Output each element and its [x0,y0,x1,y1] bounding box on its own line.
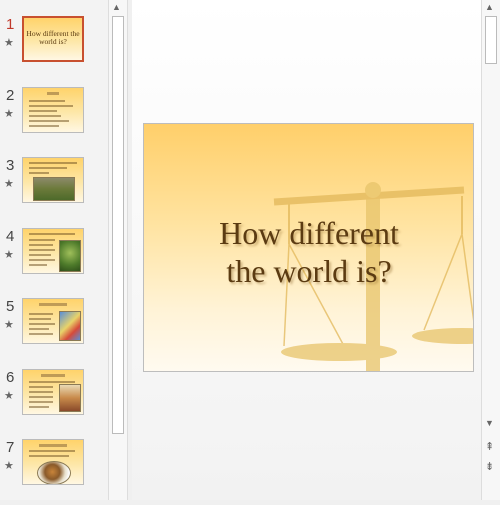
animation-star-icon: ★ [4,319,14,331]
slide-preview-text-line [29,396,53,398]
slide-preview-text-line [29,239,55,241]
thumbnail-slide-5[interactable]: 5 ★ [0,298,108,364]
animation-star-icon: ★ [4,178,14,190]
slide-preview-text-line [29,328,49,330]
main-slide-canvas[interactable]: How different the world is? [143,123,474,372]
slide-preview-text-line [29,110,57,112]
slide-preview-text-line [29,167,67,169]
slide-preview-text-line [29,249,55,251]
slide-preview-text-line [29,244,53,246]
next-slide-icon[interactable]: ⇟ [485,460,494,473]
slide-number: 3 [6,157,15,174]
slide-preview-text-line [29,233,75,235]
slide-preview-text-line [29,313,53,315]
slide-preview-map [59,311,81,341]
scroll-down-icon[interactable]: ▼ [485,418,494,428]
slide-preview-heading [41,374,65,377]
thumbnail-slide-4[interactable]: 4 ★ [0,228,108,294]
animation-star-icon: ★ [4,108,14,120]
slide-preview-text-line [29,172,49,174]
slide-preview-photo [33,177,75,201]
slide-preview-text-line [29,105,73,107]
slide-preview [22,87,84,133]
scrollbar-thumb[interactable] [112,16,124,434]
slide-preview-text-line [29,391,53,393]
slide-title[interactable]: How different the world is? [204,214,414,290]
thumbnail-slide-6[interactable]: 6 ★ [0,369,108,435]
slide-preview-heading [47,92,59,95]
slide-number: 7 [6,439,15,456]
slide-preview [22,298,84,344]
thumbnail-slide-7[interactable]: 7 ★ [0,439,108,505]
scrollbar-thumb[interactable] [485,16,497,64]
slide-thumbnail-pane: 1 ★ How different the world is? 2 ★ 3 ★ [0,0,108,500]
slide-preview-text-line [29,333,53,335]
slide-number: 6 [6,369,15,386]
slide-number: 1 [6,16,15,33]
scale-pan-right [412,328,473,344]
slide-preview [22,228,84,274]
slide-preview-text-line [29,318,51,320]
scale-chain [423,233,473,331]
slide-title-line: the world is? [226,253,392,289]
animation-star-icon: ★ [4,460,14,472]
slide-preview-photo [37,461,71,484]
slide-preview-photo [59,240,81,272]
slide-preview-text-line [29,450,75,452]
thumbnail-slide-1[interactable]: 1 ★ How different the world is? [0,16,108,82]
slide-preview-title: How different the world is? [26,29,80,46]
previous-slide-icon[interactable]: ⇞ [485,440,494,453]
thumbnail-slide-2[interactable]: 2 ★ [0,87,108,153]
slide-preview-text-line [29,381,75,383]
slide-preview-text-line [29,406,49,408]
slide-preview-text-line [29,455,69,457]
slide-preview-text-line [29,120,69,122]
slide-preview-text-line [29,254,51,256]
thumbnail-scrollbar[interactable]: ▲ [108,0,128,500]
slide-preview-heading [39,303,67,306]
thumbnail-slide-3[interactable]: 3 ★ [0,157,108,223]
slide-number: 5 [6,298,15,315]
slide-preview-text-line [29,386,53,388]
slide-preview-text-line [29,162,77,164]
slide-number: 4 [6,228,15,245]
slide-preview: How different the world is? [22,16,84,62]
animation-star-icon: ★ [4,249,14,261]
slide-preview-text-line [29,264,47,266]
slide-preview-text-line [29,115,61,117]
slide-number: 2 [6,87,15,104]
slide-preview-text-line [29,401,53,403]
slide-preview-heading [39,444,67,447]
scroll-up-icon[interactable]: ▲ [485,2,494,12]
animation-star-icon: ★ [4,37,14,49]
slide-preview [22,157,84,203]
editor-scrollbar[interactable]: ▲ ▼ ⇞ ⇟ [481,0,500,500]
scroll-up-icon[interactable]: ▲ [112,2,121,12]
slide-title-line: How different [219,215,399,251]
slide-preview-text-line [29,100,65,102]
slide-preview [22,439,84,485]
slide-preview-text-line [29,125,59,127]
slide-preview [22,369,84,415]
slide-preview-photo [59,384,81,412]
scale-pan-left [281,343,397,361]
slide-preview-text-line [29,259,55,261]
slide-preview-text-line [29,323,55,325]
scale-pivot [365,182,381,198]
animation-star-icon: ★ [4,390,14,402]
